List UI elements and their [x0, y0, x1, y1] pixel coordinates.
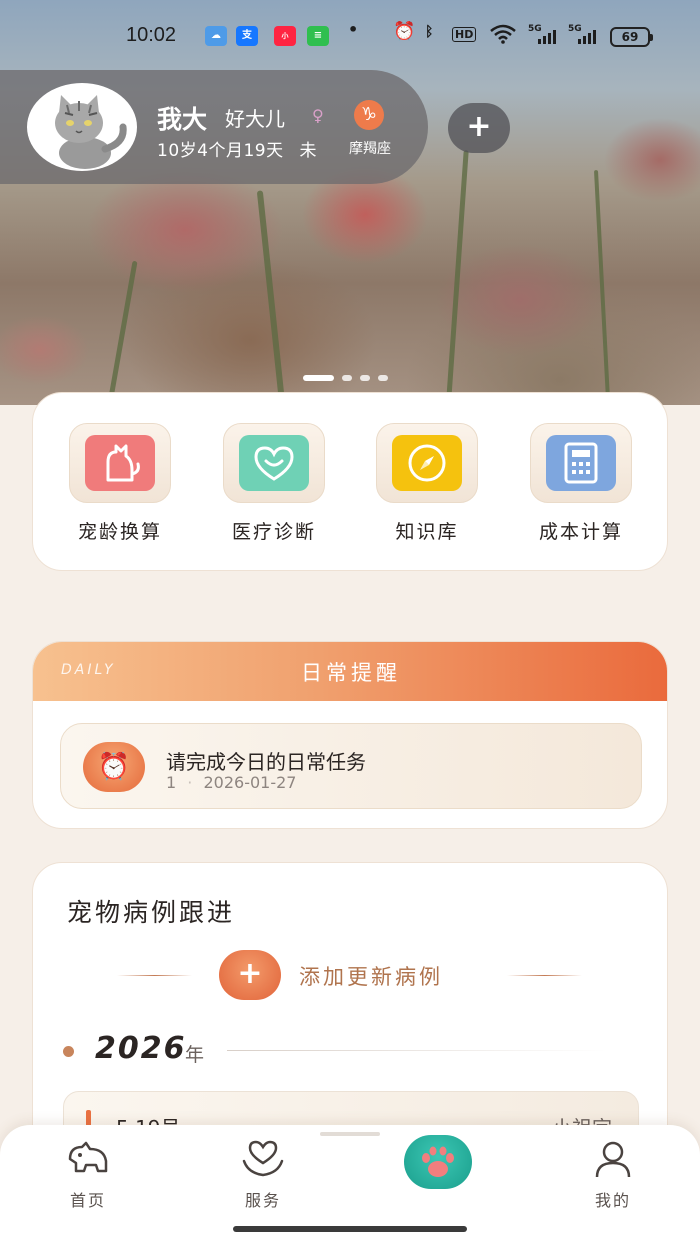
add-pet-button[interactable]: + — [448, 103, 510, 153]
task-meta: 1 · 2026-01-27 — [166, 773, 297, 792]
nav-mine[interactable]: 我的 — [568, 1139, 658, 1211]
weather-icon: ☁ — [205, 26, 227, 46]
gesture-bar[interactable] — [233, 1226, 467, 1232]
calculator-icon — [546, 435, 616, 491]
zodiac-animal: 未 — [299, 141, 317, 161]
daily-title: 日常提醒 — [301, 661, 401, 685]
paw-center-button[interactable] — [404, 1135, 472, 1189]
task-count: 1 — [166, 773, 177, 792]
pet-age-value: 10岁4个月19天 — [157, 141, 284, 161]
carousel-dot-4[interactable] — [378, 375, 388, 381]
task-date: 2026-01-27 — [203, 773, 297, 792]
pet-name: 我大 — [157, 105, 208, 134]
daily-task-item[interactable]: ⏰ 请完成今日的日常任务 1 · 2026-01-27 — [60, 723, 642, 809]
status-time: 10:02 — [126, 24, 177, 46]
carousel-dot-2[interactable] — [342, 375, 352, 381]
daily-reminder-card: DAILY 日常提醒 ⏰ 请完成今日的日常任务 1 · 2026-01-27 — [32, 641, 668, 829]
home-dog-icon — [43, 1139, 133, 1179]
alarm-icon: ⏰ — [393, 21, 416, 42]
gender-icon: ♀ — [312, 106, 324, 125]
tool-icon-frame — [69, 423, 171, 503]
timeline-year: 2026 — [95, 1031, 187, 1066]
notification-dot-icon: • — [348, 20, 359, 39]
alarm-clock-icon: ⏰ — [83, 742, 145, 792]
cat-icon — [85, 435, 155, 491]
messages-icon: ≡ — [307, 26, 329, 46]
heart-hands-icon — [218, 1139, 308, 1179]
xiaohongshu-icon: 小 — [274, 26, 296, 46]
nav-home-label: 首页 — [69, 1191, 106, 1210]
status-bar: 10:02 ☁ 支 小 ≡ • ⏰ ᛒ HD 5G 5G 69 — [0, 18, 700, 56]
hero-banner[interactable]: 10:02 ☁ 支 小 ≡ • ⏰ ᛒ HD 5G 5G 69 我大 好大儿 ♀… — [0, 0, 700, 405]
user-icon — [568, 1139, 658, 1179]
zodiac-sign: 摩羯座 — [349, 141, 391, 157]
nav-mine-label: 我的 — [594, 1191, 631, 1210]
nav-service-label: 服务 — [244, 1191, 281, 1210]
timeline-year-unit: 年 — [185, 1044, 205, 1066]
tool-knowledge-base[interactable]: 知识库 — [367, 423, 487, 544]
heart-smile-icon — [239, 435, 309, 491]
bottom-navigation: 首页 服务 我的 — [0, 1125, 700, 1220]
tool-cost-calculator[interactable]: 成本计算 — [521, 423, 641, 544]
tool-label: 成本计算 — [538, 521, 623, 543]
pet-age: 10岁4个月19天 未 — [157, 136, 317, 161]
battery-indicator: 69 — [610, 27, 653, 47]
tool-label: 医疗诊断 — [231, 521, 316, 543]
tool-pet-age-converter[interactable]: 宠龄换算 — [60, 423, 180, 544]
divider-left — [117, 975, 192, 976]
alipay-icon: 支 — [236, 26, 258, 46]
tool-medical-diagnosis[interactable]: 医疗诊断 — [214, 423, 334, 544]
tool-icon-frame — [376, 423, 478, 503]
tool-label: 知识库 — [395, 521, 459, 543]
hd-badge: HD — [452, 27, 477, 42]
divider-right — [507, 975, 582, 976]
add-case-label[interactable]: 添加更新病例 — [299, 961, 443, 991]
nav-home[interactable]: 首页 — [43, 1139, 133, 1211]
carousel-indicator[interactable] — [303, 375, 388, 381]
daily-header: DAILY 日常提醒 — [33, 642, 667, 701]
pet-avatar[interactable] — [27, 83, 137, 171]
carousel-dot-3[interactable] — [360, 375, 370, 381]
nav-bottom-safe-area — [0, 1220, 700, 1244]
tool-icon-frame — [223, 423, 325, 503]
timeline-dot — [63, 1046, 74, 1057]
capricorn-icon: ♑ — [354, 100, 384, 130]
compass-icon — [392, 435, 462, 491]
tools-card: 宠龄换算 医疗诊断 知识库 成本计算 — [32, 392, 668, 571]
case-title: 宠物病例跟进 — [67, 898, 236, 927]
carousel-dot-1[interactable] — [303, 375, 334, 381]
wifi-icon — [489, 24, 517, 48]
pet-nickname: 好大儿 — [225, 107, 285, 131]
bluetooth-icon: ᛒ — [425, 24, 434, 40]
task-title: 请完成今日的日常任务 — [166, 750, 366, 774]
timeline-rule — [227, 1050, 607, 1051]
add-case-button[interactable]: + — [219, 950, 281, 1000]
tool-label: 宠龄换算 — [77, 521, 162, 543]
tool-icon-frame — [530, 423, 632, 503]
case-tracking-card: 宠物病例跟进 + 添加更新病例 2026 年 5.19号 小祖宗 — [32, 862, 668, 1171]
nav-service[interactable]: 服务 — [218, 1139, 308, 1211]
nav-handle — [320, 1132, 380, 1136]
